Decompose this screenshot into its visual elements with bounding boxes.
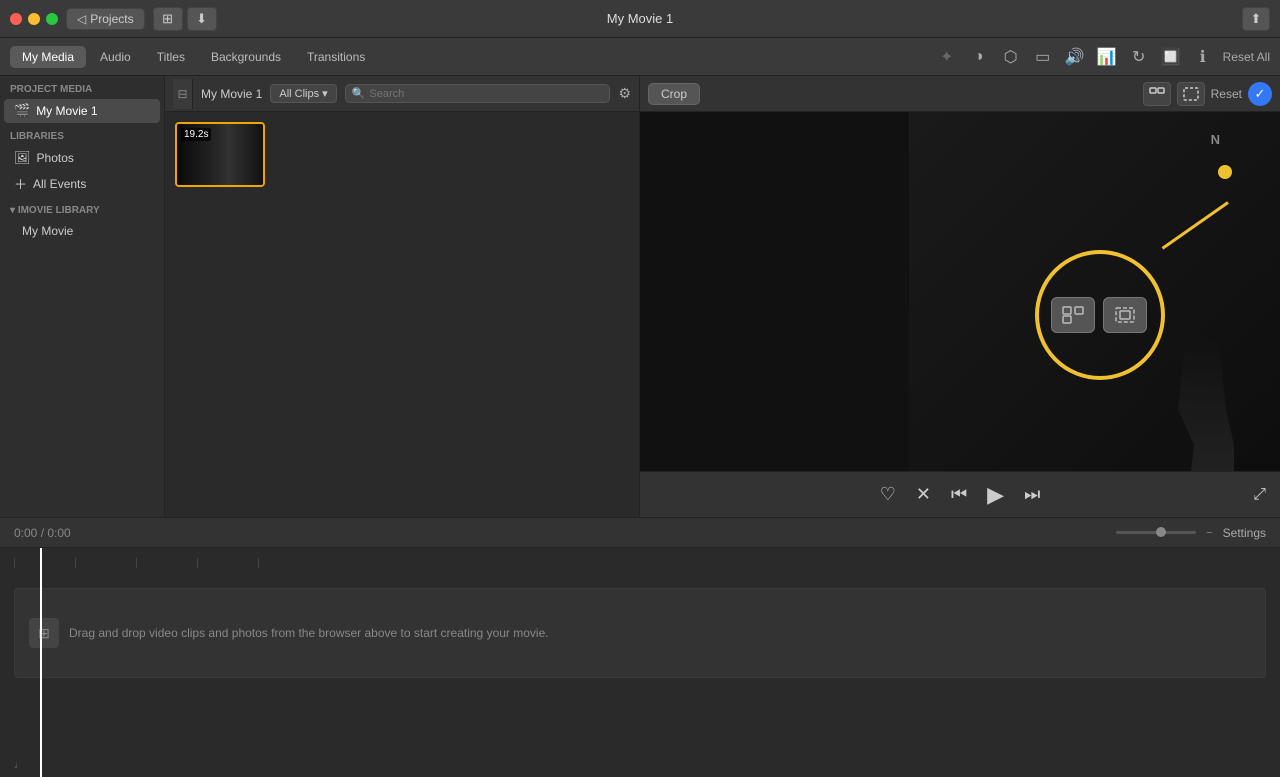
reset-all-button[interactable]: Reset All (1223, 50, 1270, 64)
browser-title: My Movie 1 (201, 87, 262, 101)
confirm-button[interactable]: ✓ (1248, 82, 1272, 106)
skip-back-button[interactable]: ⏮ (951, 484, 967, 505)
clip-duration: 19.2s (181, 128, 211, 141)
titlebar-left: ◁ Projects ⊞ ⬇ (10, 7, 217, 31)
projects-button[interactable]: ◁ Projects (66, 8, 145, 30)
timeline-settings-button[interactable]: Settings (1223, 526, 1266, 540)
browser-content: 19.2s (165, 112, 639, 517)
zoom-thumb (1156, 527, 1166, 537)
search-box: 🔍 (345, 84, 611, 103)
imovie-library-label: ▾ iMovie Library (0, 197, 164, 220)
favorite-button[interactable]: ♡ (880, 484, 896, 505)
audio-levels-icon[interactable]: 📊 (1095, 45, 1119, 69)
sidebar-item-photos[interactable]: 🖼 Photos (4, 146, 160, 170)
timeline-content: ⊞ Drag and drop video clips and photos f… (0, 548, 1280, 777)
tab-transitions[interactable]: Transitions (295, 46, 377, 68)
play-button[interactable]: ▶ (987, 482, 1004, 508)
maximize-btn[interactable] (46, 13, 58, 25)
magic-wand-icon[interactable]: ✦ (935, 45, 959, 69)
video-left-panel (640, 112, 909, 517)
reject-button[interactable]: ✕ (916, 484, 931, 505)
color-balance-icon[interactable]: ◑ (967, 45, 991, 69)
skip-forward-button[interactable]: ⏭ (1024, 484, 1040, 505)
search-icon: 🔍 (352, 87, 366, 100)
project-media-label: PROJECT MEDIA (0, 76, 164, 99)
search-input[interactable] (369, 88, 603, 100)
fit-to-frame-button[interactable] (1143, 82, 1171, 106)
timeline-audio-area: ♩ (0, 753, 1280, 777)
timeline-area: 0:00 / 0:00 − Settings ⊞ Drag and drop v… (0, 517, 1280, 777)
tab-backgrounds[interactable]: Backgrounds (199, 46, 293, 68)
timeline-cursor[interactable] (40, 548, 42, 777)
timeline-header: 0:00 / 0:00 − Settings (0, 518, 1280, 548)
sidebar-item-all-events[interactable]: ＋ All Events (4, 170, 160, 197)
audio-icon[interactable]: 🔊 (1063, 45, 1087, 69)
back-icon: ◁ (77, 12, 86, 26)
timeline-drop-text: Drag and drop video clips and photos fro… (69, 626, 549, 640)
clip-filter-select[interactable]: All Clips ▾ (270, 84, 336, 103)
traffic-lights (10, 13, 58, 25)
toolbar-tabs: My Media Audio Titles Backgrounds Transi… (10, 46, 377, 68)
clip-item[interactable]: 19.2s (175, 122, 265, 187)
preview-toolbar-right: Reset ✓ (1143, 82, 1272, 106)
browser-toolbar: ⊟ My Movie 1 All Clips ▾ 🔍 ⚙ (165, 76, 639, 112)
movie-icon: 🎬 (14, 103, 30, 119)
zoom-slider[interactable] (1116, 531, 1196, 534)
titlebar: ◁ Projects ⊞ ⬇ My Movie 1 ⬆ (0, 0, 1280, 38)
reset-button[interactable]: Reset (1211, 87, 1242, 101)
preview-panel: Crop Reset ✓ (640, 76, 1280, 517)
main-toolbar: My Media Audio Titles Backgrounds Transi… (0, 38, 1280, 76)
crop-corners-icon-button[interactable] (1103, 297, 1147, 333)
main-content: PROJECT MEDIA 🎬 My Movie 1 LIBRARIES 🖼 P… (0, 76, 1280, 517)
sidebar: PROJECT MEDIA 🎬 My Movie 1 LIBRARIES 🖼 P… (0, 76, 165, 517)
sidebar-item-my-movie-library[interactable]: My Movie (0, 220, 164, 242)
toolbar-icons: ✦ ◑ ⬡ ▭ 🔊 📊 ↻ 🔲 ℹ Reset All (935, 45, 1270, 69)
tab-audio[interactable]: Audio (88, 46, 143, 68)
timeline-time: 0:00 / 0:00 (14, 526, 71, 540)
info-icon[interactable]: ℹ (1191, 45, 1215, 69)
titlebar-right: ⬆ (1242, 7, 1270, 31)
preview-toolbar: Crop Reset ✓ (640, 76, 1280, 112)
crop-button[interactable]: Crop (648, 83, 700, 105)
clip-filter-icon[interactable]: 🔲 (1159, 45, 1183, 69)
tab-my-media[interactable]: My Media (10, 46, 86, 68)
crop-icon[interactable]: ▭ (1031, 45, 1055, 69)
fit-crop-icon-button[interactable] (1051, 297, 1095, 333)
video-letter: N (1211, 132, 1220, 147)
share-button[interactable]: ⬆ (1242, 7, 1270, 31)
color-correction-icon[interactable]: ⬡ (999, 45, 1023, 69)
tab-titles[interactable]: Titles (145, 46, 197, 68)
timeline-controls-right: − Settings (1116, 526, 1266, 540)
window-title: My Movie 1 (607, 11, 673, 26)
timeline-track-area: ⊞ Drag and drop video clips and photos f… (0, 548, 1280, 753)
preview-area: N (640, 112, 1280, 517)
crop-icon-buttons (1051, 297, 1147, 333)
sidebar-item-my-movie[interactable]: 🎬 My Movie 1 (4, 99, 160, 123)
fullscreen-button[interactable]: ⤢ (1253, 486, 1266, 504)
photos-icon: 🖼 (14, 150, 31, 166)
close-btn[interactable] (10, 13, 22, 25)
speed-icon[interactable]: ↻ (1127, 45, 1151, 69)
zoom-min-icon: − (1206, 527, 1212, 539)
timeline-drop-icon: ⊞ (29, 618, 59, 648)
add-icon: ＋ (14, 174, 27, 193)
sidebar-my-movie-label: My Movie 1 (36, 104, 97, 118)
settings-gear-icon[interactable]: ⚙ (618, 85, 631, 102)
view-buttons: ⊞ ⬇ (153, 7, 217, 31)
minimize-btn[interactable] (28, 13, 40, 25)
grid-view-button[interactable]: ⊞ (153, 7, 183, 31)
crop-frame-button[interactable] (1177, 82, 1205, 106)
audio-track-icon: ♩ (14, 759, 25, 771)
libraries-label: LIBRARIES (0, 123, 164, 146)
sidebar-toggle-button[interactable]: ⊟ (173, 79, 193, 109)
download-button[interactable]: ⬇ (187, 7, 217, 31)
video-preview: N (640, 112, 1280, 517)
timeline-drop-zone: ⊞ Drag and drop video clips and photos f… (14, 588, 1266, 678)
playback-controls: ♡ ✕ ⏮ ▶ ⏭ ⤢ (640, 471, 1280, 517)
sidebar-photos-label: Photos (37, 151, 74, 165)
sidebar-all-events-label: All Events (33, 177, 86, 191)
browser-panel: ⊟ My Movie 1 All Clips ▾ 🔍 ⚙ 19.2s (165, 76, 640, 517)
